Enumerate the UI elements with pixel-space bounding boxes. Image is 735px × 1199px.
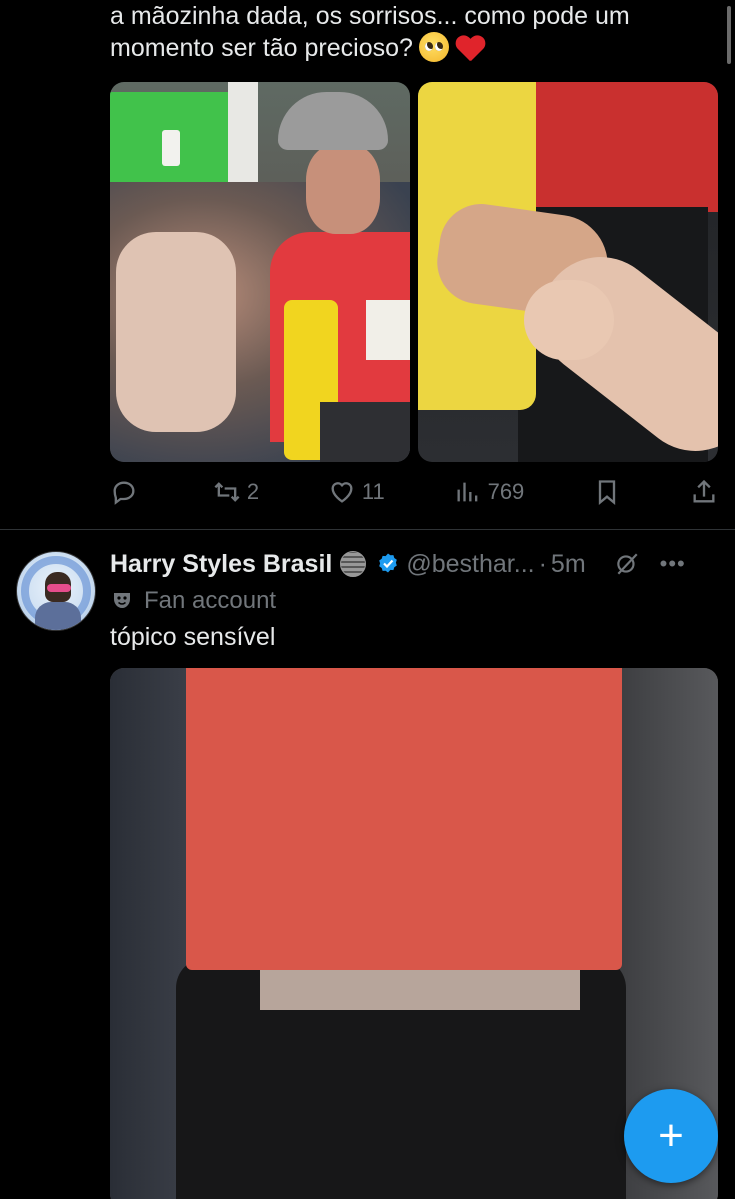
like-count: 11: [361, 479, 385, 504]
tweet-divider: [0, 529, 735, 530]
photo-detail: [116, 232, 236, 432]
photo-detail: [278, 92, 388, 150]
red-heart-emoji: [455, 34, 485, 62]
photo-detail: [186, 668, 622, 970]
tweet-text-line: a mãozinha dada, os sorrisos... como pod…: [110, 2, 630, 30]
account-label[interactable]: Fan account: [110, 585, 276, 617]
photo-detail: [366, 300, 410, 360]
tweet-media-grid: [110, 82, 718, 462]
tweet-photo-1[interactable]: [110, 82, 410, 462]
retweet-icon: [214, 482, 240, 502]
grok-icon[interactable]: [614, 551, 640, 577]
share-icon: [693, 479, 715, 503]
theater-mask-icon: [114, 593, 130, 608]
verified-badge-icon[interactable]: [376, 552, 400, 576]
photo-detail: [320, 402, 410, 462]
display-name[interactable]: Harry Styles Brasil: [110, 550, 332, 579]
views-button[interactable]: 769: [454, 472, 525, 512]
pleading-face-emoji: [418, 32, 449, 62]
like-button[interactable]: 11: [328, 472, 385, 512]
heart-icon: [331, 482, 353, 503]
compose-post-button[interactable]: +: [624, 1089, 718, 1183]
views-chart-icon: [457, 482, 477, 502]
photo-detail: [162, 130, 180, 166]
share-button[interactable]: [690, 472, 718, 512]
tweet-text-line-content: momento ser tão precioso?: [110, 34, 413, 62]
separator-dot: ·: [538, 549, 547, 578]
more-options-icon[interactable]: •••: [660, 551, 686, 577]
bookmark-icon: [598, 480, 616, 505]
tweet-actions-bar: 2 11 769: [110, 472, 718, 512]
bookmark-button[interactable]: [593, 472, 621, 512]
tweet-text: a mãozinha dada, os sorrisos... como pod…: [110, 0, 710, 64]
disco-ball-icon: [340, 551, 367, 577]
avatar-detail: [35, 602, 81, 630]
plus-icon: +: [658, 1111, 684, 1160]
avatar-detail: [47, 584, 71, 592]
photo-detail: [306, 144, 380, 234]
views-count: 769: [487, 479, 525, 504]
reply-icon: [113, 481, 135, 505]
retweet-count: 2: [246, 479, 260, 504]
avatar[interactable]: [16, 551, 96, 631]
tweet-photo-2[interactable]: [418, 82, 718, 462]
post-time[interactable]: 5m: [551, 550, 586, 579]
tweet-header: Harry Styles Brasil @besthar... · 5m •••: [110, 546, 720, 582]
scrollbar[interactable]: [727, 6, 731, 64]
photo-detail: [518, 82, 718, 212]
user-handle[interactable]: @besthar...: [406, 550, 534, 579]
tweet-text: tópico sensível: [110, 623, 276, 651]
retweet-button[interactable]: 2: [213, 472, 259, 512]
photo-detail: [524, 280, 614, 360]
account-label-text: Fan account: [144, 587, 277, 614]
reply-button[interactable]: [110, 472, 144, 512]
tweet-text-line: momento ser tão precioso?: [110, 32, 710, 64]
